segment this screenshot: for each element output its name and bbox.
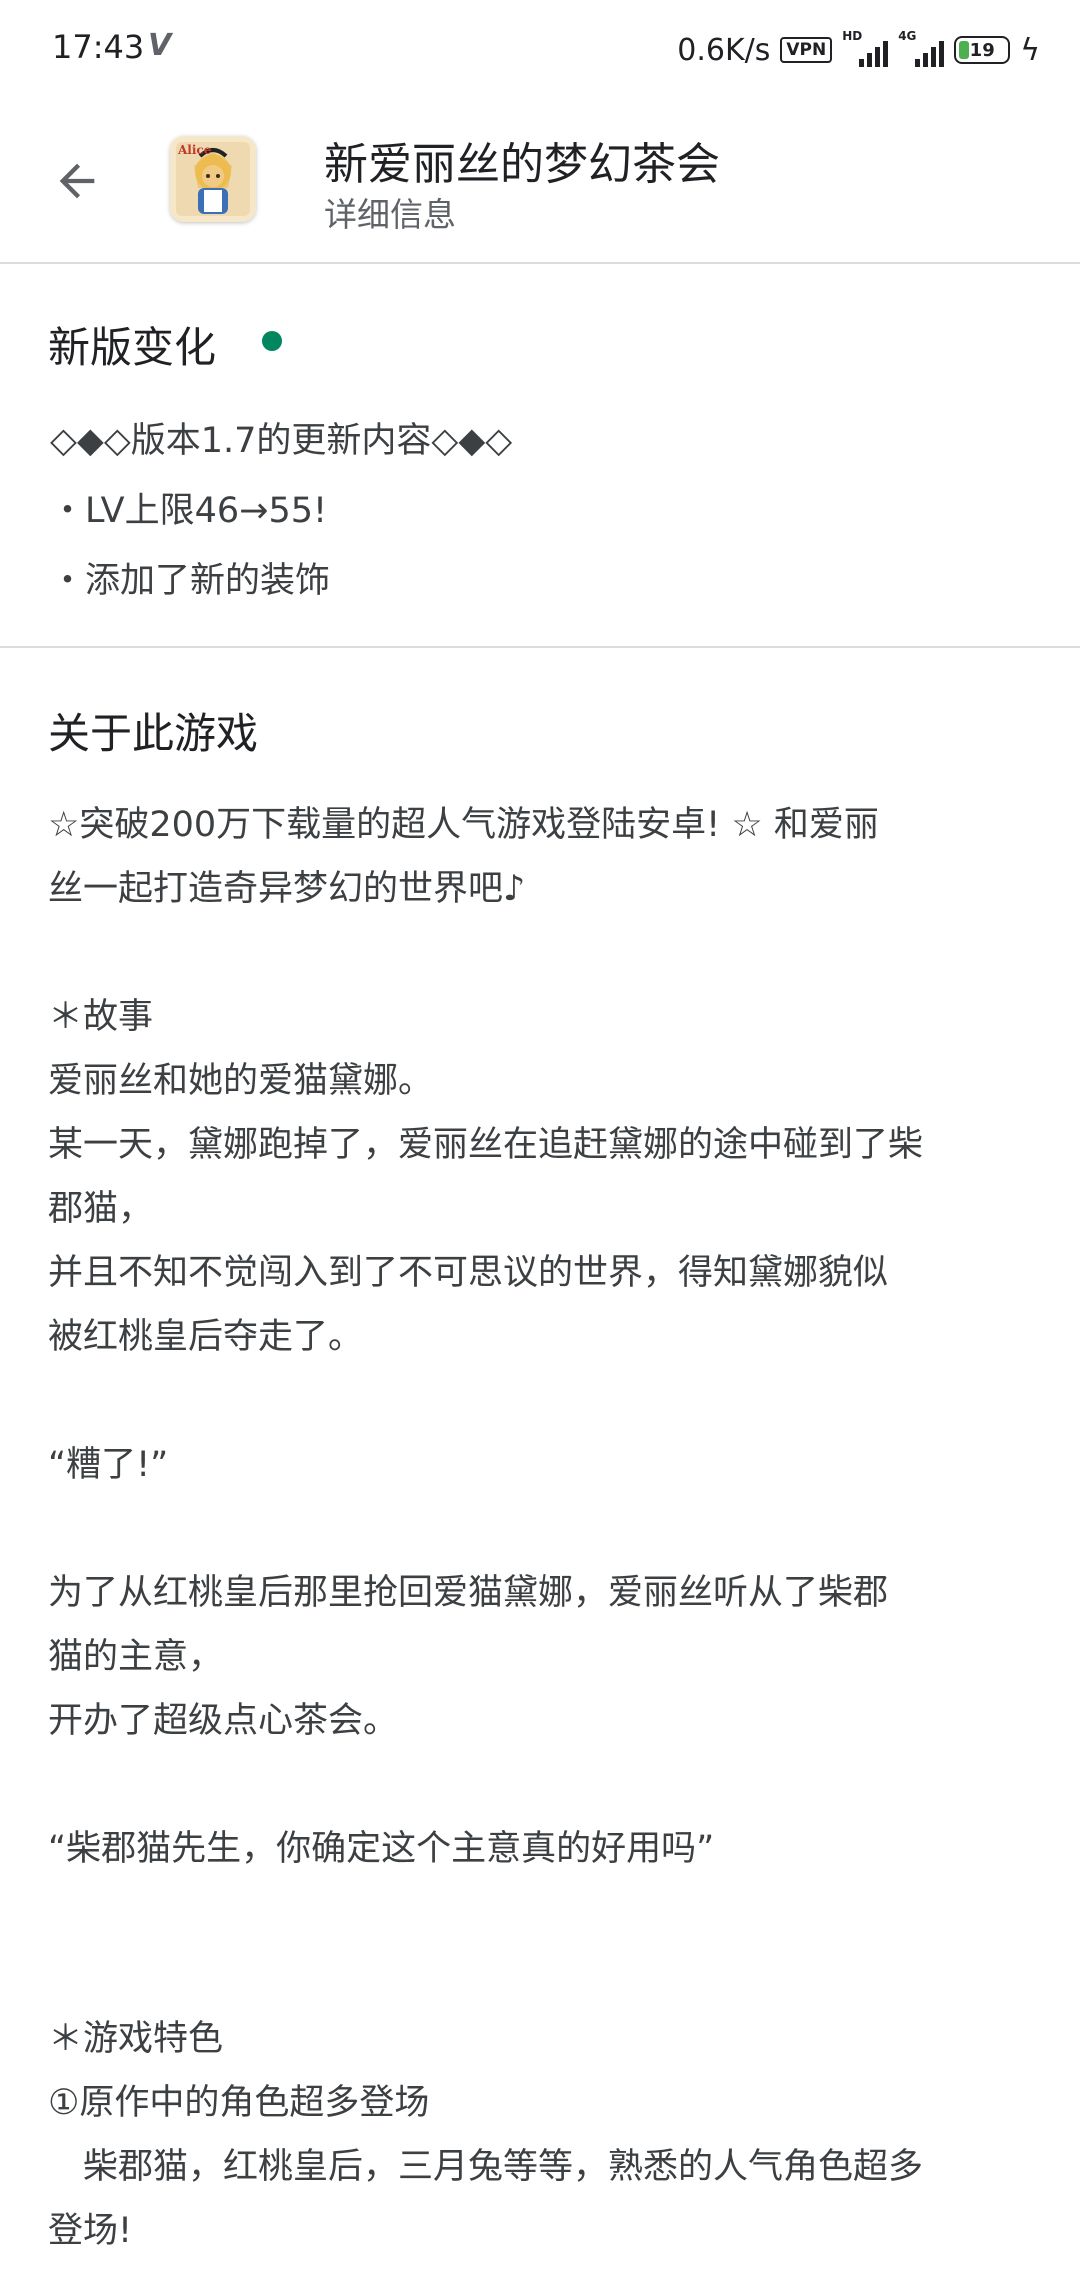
description-line: 丝一起打造奇异梦幻的世界吧♪ xyxy=(48,869,526,909)
hd-signal-icon: HD xyxy=(842,29,889,67)
description-line: ＊游戏特色 xyxy=(48,2019,224,2059)
app-icon: Alice xyxy=(170,136,256,222)
battery-fill xyxy=(959,41,970,59)
about-section: 关于此游戏 ☆突破200万下载量的超人气游戏登陆安卓! ☆ 和爱丽 丝一起打造奇… xyxy=(0,648,1080,2280)
description-line: 被红桃皇后夺走了。 xyxy=(48,1317,364,1357)
status-indicators: 0.6K/s VPN HD 4G 19 ϟ xyxy=(677,26,1040,74)
fast-charge-icon: ϟ xyxy=(1020,32,1040,68)
description-line: “柴郡猫先生，你确定这个主意真的好用吗” xyxy=(48,1829,715,1869)
description-line: 登场! xyxy=(48,2211,133,2251)
network-speed: 0.6K/s xyxy=(677,32,771,68)
4g-signal-icon: 4G xyxy=(898,29,945,67)
back-arrow-icon xyxy=(59,163,95,199)
check-v-icon: V xyxy=(148,28,172,63)
battery-level: 19 xyxy=(969,39,995,61)
description-line: ＊故事 xyxy=(48,997,154,1037)
change-line: ・LV上限46→55! xyxy=(50,491,328,531)
about-heading: 关于此游戏 xyxy=(48,709,259,758)
alice-app-icon: Alice xyxy=(170,136,256,222)
new-indicator-dot xyxy=(262,331,282,351)
whats-new-section: 新版变化 ◇◆◇版本1.7的更新内容◇◆◇ ・LV上限46→55! ・添加了新的… xyxy=(0,264,1080,648)
description-line: 开办了超级点心茶会。 xyxy=(48,1701,399,1741)
description-line: 某一天，黛娜跑掉了，爱丽丝在追赶黛娜的途中碰到了柴 xyxy=(48,1125,924,1165)
back-button[interactable] xyxy=(42,146,112,216)
vpn-icon: VPN xyxy=(780,37,833,63)
description-line: 郡猫， xyxy=(48,1189,154,1229)
description-line: 柴郡猫，红桃皇后，三月兔等等，熟悉的人气角色超多 xyxy=(48,2147,924,2187)
description-line: 猫的主意， xyxy=(48,1637,224,1677)
description-line: ☆突破200万下载量的超人气游戏登陆安卓! ☆ 和爱丽 xyxy=(48,805,879,845)
change-line: ・添加了新的装饰 xyxy=(50,561,331,601)
4g-signal-label: 4G xyxy=(898,29,917,43)
page-subtitle: 详细信息 xyxy=(324,195,456,234)
description-line: 并且不知不觉闯入到了不可思议的世界，得知黛娜貌似 xyxy=(48,1253,889,1293)
app-icon-badge: Alice xyxy=(177,143,212,157)
status-bar: 17:43 V 0.6K/s VPN HD 4G 19 ϟ xyxy=(0,0,1080,100)
status-time: 17:43 xyxy=(52,28,145,66)
app-title: 新爱丽丝的梦幻茶会 xyxy=(324,139,720,190)
description-line: 为了从红桃皇后那里抢回爱猫黛娜，爱丽丝听从了柴郡 xyxy=(48,1573,889,1613)
battery-icon: 19 xyxy=(954,36,1011,64)
change-line: ◇◆◇版本1.7的更新内容◇◆◇ xyxy=(50,421,513,461)
description-line: ①原作中的角色超多登场 xyxy=(48,2083,430,2123)
whats-new-heading: 新版变化 xyxy=(48,323,217,372)
app-header: Alice 新爱丽丝的梦幻茶会 详细信息 xyxy=(0,100,1080,264)
description-line: “糟了!” xyxy=(48,1445,169,1485)
description-line: 爱丽丝和她的爱猫黛娜。 xyxy=(48,1061,434,1101)
